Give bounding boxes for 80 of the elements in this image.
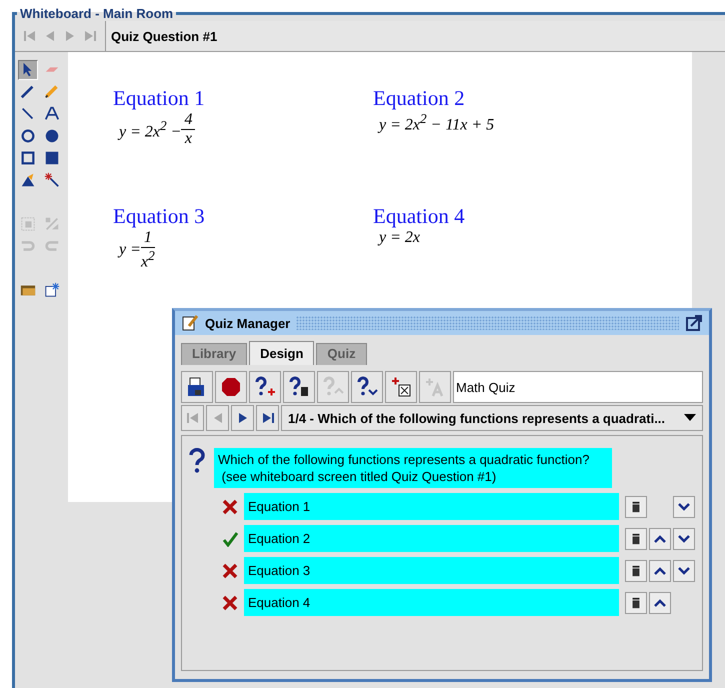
window-title: Quiz Manager bbox=[205, 316, 290, 330]
delete-button[interactable] bbox=[625, 528, 647, 550]
save-button[interactable] bbox=[181, 371, 213, 403]
fraction-numerator: 1 bbox=[140, 229, 155, 248]
cross-icon[interactable] bbox=[222, 498, 238, 514]
delete-question-button[interactable] bbox=[283, 371, 315, 403]
cross-icon[interactable] bbox=[222, 562, 238, 578]
quiz-name-field[interactable]: Math Quiz bbox=[453, 371, 703, 403]
delete-button[interactable] bbox=[625, 496, 647, 518]
question-up-icon bbox=[322, 376, 344, 398]
question-dropdown[interactable]: 1/4 - Which of the following functions represents a quadrati... bbox=[281, 405, 703, 431]
question-down-icon bbox=[356, 376, 378, 398]
selection-icon bbox=[20, 216, 36, 232]
equation-label: Equation 1 bbox=[113, 86, 205, 111]
filled-circle-icon bbox=[44, 128, 60, 144]
down-chevron-icon bbox=[677, 532, 691, 544]
up-chevron-icon bbox=[653, 564, 667, 576]
question-down-button[interactable] bbox=[351, 371, 383, 403]
delete-button[interactable] bbox=[625, 592, 647, 614]
text-tool-icon bbox=[44, 106, 60, 122]
screen-title: Quiz Question #1 bbox=[105, 21, 725, 51]
move-down-button[interactable] bbox=[673, 560, 695, 582]
tab[interactable]: Design bbox=[249, 341, 314, 365]
formula-text: y = 2x$^{2}$ − bbox=[119, 118, 182, 142]
answer-text[interactable]: Equation 4 bbox=[244, 589, 619, 616]
fraction-denominator: x$^{2}$ bbox=[141, 248, 155, 272]
question-mark-icon bbox=[188, 448, 206, 474]
up-chevron-icon bbox=[653, 596, 667, 608]
add-question-icon bbox=[254, 376, 276, 398]
formula-text: y = bbox=[119, 241, 141, 259]
first-arrow-icon bbox=[186, 411, 200, 425]
equation-label: Equation 4 bbox=[373, 204, 465, 229]
stop-sign-icon bbox=[220, 376, 242, 398]
circle-icon bbox=[20, 128, 36, 144]
marker-icon bbox=[44, 84, 60, 100]
undo-icon bbox=[20, 238, 36, 254]
last-question-button[interactable] bbox=[256, 405, 279, 431]
equation-label: Equation 2 bbox=[373, 86, 465, 111]
question-text[interactable]: Which of the following functions represents a quadratic function? (see whiteboard screen titled Quiz Question #1) bbox=[214, 448, 612, 488]
redo-icon bbox=[44, 238, 60, 254]
delete-button[interactable] bbox=[625, 560, 647, 582]
formula-text: y = 2x$^{2}$ − 11x + 5 bbox=[379, 111, 494, 134]
stop-button[interactable] bbox=[215, 371, 247, 403]
line-icon bbox=[20, 106, 36, 122]
fraction-numerator: 4 bbox=[181, 111, 196, 130]
next-question-button[interactable] bbox=[231, 405, 254, 431]
formula-text: y = 2x bbox=[379, 229, 420, 247]
fill-icon bbox=[20, 172, 36, 188]
equation-label: Equation 3 bbox=[113, 204, 205, 229]
answer-text[interactable]: Equation 1 bbox=[244, 493, 619, 520]
square-icon bbox=[20, 150, 36, 166]
maximize-icon[interactable] bbox=[685, 314, 703, 332]
move-down-button[interactable] bbox=[673, 496, 695, 518]
move-up-button[interactable] bbox=[649, 592, 671, 614]
wand-icon bbox=[44, 172, 60, 188]
answer-text[interactable]: Equation 2 bbox=[244, 525, 619, 552]
add-text-icon bbox=[424, 376, 446, 398]
move-up-button[interactable] bbox=[649, 528, 671, 550]
notepad-pencil-icon bbox=[181, 314, 199, 332]
new-page-icon bbox=[44, 282, 60, 298]
down-chevron-icon bbox=[677, 564, 691, 576]
up-chevron-icon bbox=[653, 532, 667, 544]
add-checkbox-icon bbox=[390, 376, 412, 398]
pen-icon bbox=[20, 84, 36, 100]
move-down-button[interactable] bbox=[673, 528, 695, 550]
move-up-button[interactable] bbox=[649, 560, 671, 582]
dropdown-caret-icon bbox=[684, 414, 696, 422]
cut-icon bbox=[44, 216, 60, 232]
add-answer-button[interactable] bbox=[385, 371, 417, 403]
panel-title: Whiteboard - Main Room bbox=[19, 6, 174, 21]
pointer-tool[interactable] bbox=[18, 60, 38, 80]
delete-question-icon bbox=[288, 376, 310, 398]
add-question-button[interactable] bbox=[249, 371, 281, 403]
check-icon[interactable] bbox=[222, 530, 238, 546]
fraction-denominator: x bbox=[184, 130, 192, 148]
answer-text[interactable]: Equation 3 bbox=[244, 557, 619, 584]
filled-square-icon bbox=[44, 150, 60, 166]
down-chevron-icon bbox=[677, 500, 691, 512]
last-arrow-icon bbox=[260, 411, 274, 425]
cross-icon[interactable] bbox=[222, 594, 238, 610]
